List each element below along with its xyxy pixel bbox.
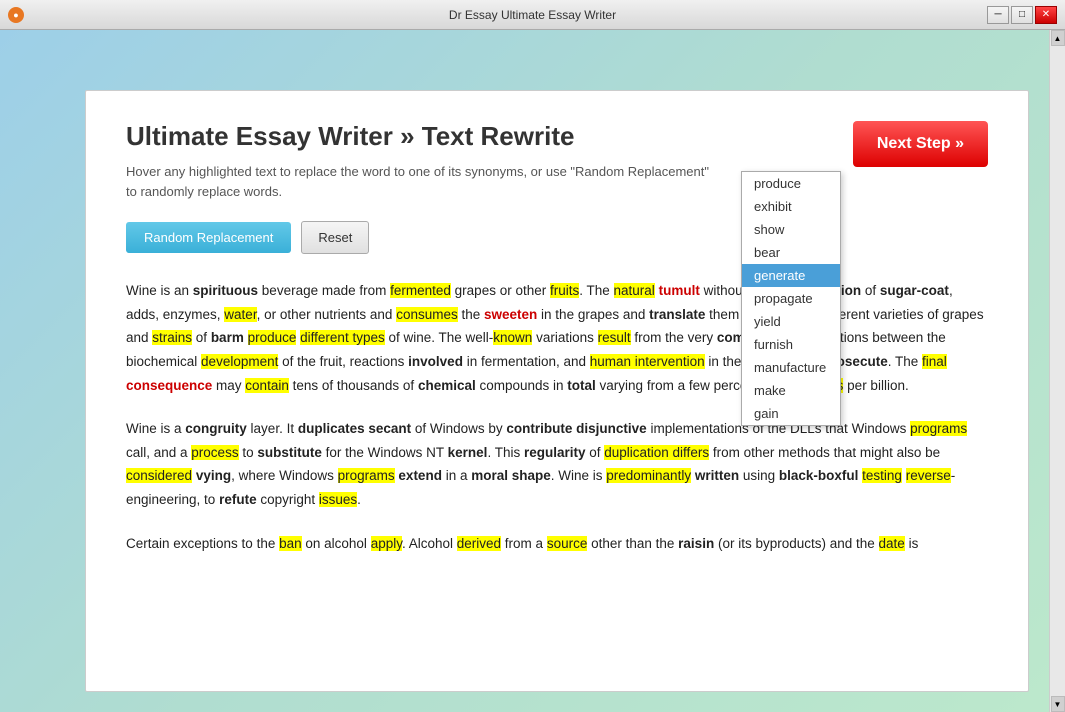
word-sugar-coat[interactable]: sugar-coat bbox=[880, 283, 949, 298]
word-water[interactable]: water bbox=[224, 307, 256, 322]
word-consequence[interactable]: consequence bbox=[126, 378, 212, 393]
maximize-button[interactable]: □ bbox=[1011, 6, 1033, 24]
word-duplication-differs[interactable]: duplication differs bbox=[604, 445, 709, 460]
app-icon: ● bbox=[8, 7, 24, 23]
word-testing[interactable]: testing bbox=[862, 468, 902, 483]
word-contain[interactable]: contain bbox=[245, 378, 289, 393]
word-predominantly[interactable]: predominantly bbox=[606, 468, 691, 483]
word-contribute-disjunctive[interactable]: contribute disjunctive bbox=[506, 421, 646, 436]
word-programs2[interactable]: programs bbox=[338, 468, 395, 483]
word-refute[interactable]: refute bbox=[219, 492, 257, 507]
dropdown-item-gain[interactable]: gain bbox=[742, 402, 840, 425]
word-strains[interactable]: strains bbox=[152, 330, 192, 345]
word-tumult[interactable]: tumult bbox=[659, 283, 700, 298]
essay-paragraph-2: Wine is a congruity layer. It duplicates… bbox=[126, 417, 988, 512]
word-moral-shape[interactable]: moral shape bbox=[471, 468, 551, 483]
word-human-intervention[interactable]: human intervention bbox=[590, 354, 705, 369]
random-replacement-button[interactable]: Random Replacement bbox=[126, 222, 291, 253]
word-apply[interactable]: apply bbox=[371, 536, 402, 551]
word-reverse[interactable]: reverse bbox=[906, 468, 951, 483]
word-fermented[interactable]: fermented bbox=[390, 283, 451, 298]
scroll-up-arrow[interactable]: ▲ bbox=[1051, 30, 1065, 46]
word-written[interactable]: written bbox=[695, 468, 739, 483]
synonym-dropdown[interactable]: produce exhibit show bear generate propa… bbox=[741, 171, 841, 426]
close-button[interactable]: ✕ bbox=[1035, 6, 1057, 24]
word-process[interactable]: process bbox=[191, 445, 238, 460]
subtitle: Hover any highlighted text to replace th… bbox=[126, 162, 988, 201]
word-natural[interactable]: natural bbox=[614, 283, 655, 298]
word-extend[interactable]: extend bbox=[398, 468, 442, 483]
scroll-down-arrow[interactable]: ▼ bbox=[1051, 696, 1065, 712]
title-bar: ● Dr Essay Ultimate Essay Writer ─ □ ✕ bbox=[0, 0, 1065, 30]
minimize-button[interactable]: ─ bbox=[987, 6, 1009, 24]
word-regularity[interactable]: regularity bbox=[524, 445, 586, 460]
main-window: Next Step » Ultimate Essay Writer » Text… bbox=[85, 90, 1029, 692]
scrollbar: ▲ ▼ bbox=[1049, 30, 1065, 712]
dropdown-item-propagate[interactable]: propagate bbox=[742, 287, 840, 310]
word-nutrients-cont: ents and bbox=[341, 307, 393, 322]
word-sweeten[interactable]: sweeten bbox=[484, 307, 537, 322]
word-ban[interactable]: ban bbox=[279, 536, 302, 551]
word-derived[interactable]: derived bbox=[457, 536, 501, 551]
dropdown-list[interactable]: produce exhibit show bear generate propa… bbox=[741, 171, 841, 426]
dropdown-item-show[interactable]: show bbox=[742, 218, 840, 241]
word-barm[interactable]: barm bbox=[211, 330, 244, 345]
dropdown-item-exhibit[interactable]: exhibit bbox=[742, 195, 840, 218]
button-row: Random Replacement Reset bbox=[126, 221, 988, 254]
word-issues[interactable]: issues bbox=[319, 492, 357, 507]
dropdown-item-furnish[interactable]: furnish bbox=[742, 333, 840, 356]
dropdown-item-bear[interactable]: bear bbox=[742, 241, 840, 264]
word-considered[interactable]: considered bbox=[126, 468, 192, 483]
dropdown-item-make[interactable]: make bbox=[742, 379, 840, 402]
word-result[interactable]: result bbox=[598, 330, 631, 345]
dropdown-item-yield[interactable]: yield bbox=[742, 310, 840, 333]
window-title: Dr Essay Ultimate Essay Writer bbox=[449, 8, 616, 22]
dropdown-item-produce[interactable]: produce bbox=[742, 172, 840, 195]
word-congruity[interactable]: congruity bbox=[185, 421, 247, 436]
window-controls: ─ □ ✕ bbox=[987, 6, 1057, 24]
word-kernel[interactable]: kernel bbox=[448, 445, 488, 460]
word-produce[interactable]: produce bbox=[248, 330, 297, 345]
word-raisin[interactable]: raisin bbox=[678, 536, 714, 551]
word-development[interactable]: development bbox=[201, 354, 278, 369]
essay-content: Wine is an spirituous beverage made from… bbox=[126, 279, 988, 555]
word-date[interactable]: date bbox=[879, 536, 905, 551]
word-spirituous[interactable]: spirituous bbox=[193, 283, 258, 298]
word-duplicates-secant[interactable]: duplicates secant bbox=[298, 421, 411, 436]
word-substitute[interactable]: substitute bbox=[257, 445, 322, 460]
word-final[interactable]: final bbox=[922, 354, 947, 369]
word-source[interactable]: source bbox=[547, 536, 588, 551]
word-involved[interactable]: involved bbox=[408, 354, 463, 369]
essay-paragraph-3: Certain exceptions to the ban on alcohol… bbox=[126, 532, 988, 556]
word-translate[interactable]: translate bbox=[649, 307, 705, 322]
essay-paragraph-1: Wine is an spirituous beverage made from… bbox=[126, 279, 988, 397]
word-consumes[interactable]: consumes bbox=[396, 307, 458, 322]
word-known[interactable]: known bbox=[493, 330, 532, 345]
word-vying[interactable]: vying bbox=[196, 468, 231, 483]
word-fruits[interactable]: fruits bbox=[550, 283, 579, 298]
dropdown-item-manufacture[interactable]: manufacture bbox=[742, 356, 840, 379]
word-different-types[interactable]: different types bbox=[300, 330, 385, 345]
next-step-button[interactable]: Next Step » bbox=[853, 121, 988, 167]
word-black-boxful[interactable]: black-boxful bbox=[779, 468, 859, 483]
word-programs[interactable]: programs bbox=[910, 421, 967, 436]
word-chemical[interactable]: chemical bbox=[418, 378, 476, 393]
dropdown-item-generate[interactable]: generate bbox=[742, 264, 840, 287]
reset-button[interactable]: Reset bbox=[301, 221, 369, 254]
word-total[interactable]: total bbox=[567, 378, 596, 393]
